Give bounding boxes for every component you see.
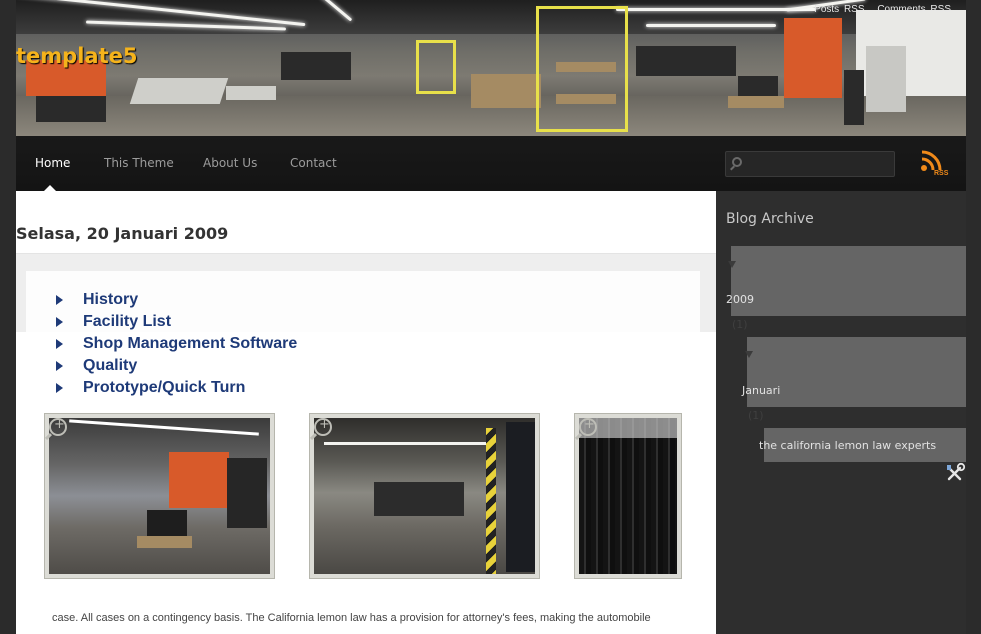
photo-machine xyxy=(374,482,464,516)
menu-item-quality[interactable]: Quality xyxy=(56,357,297,379)
sidebar: Blog Archive 2009 (1) Januari (1) the ca… xyxy=(716,191,966,634)
tools-icon[interactable] xyxy=(946,462,966,482)
banner-machine-base xyxy=(281,52,351,80)
posts-rss-link[interactable]: Posts RSS xyxy=(814,4,864,15)
photo-post xyxy=(486,428,496,574)
photo-thumbnail[interactable] xyxy=(574,413,682,579)
expand-toggle-icon[interactable] xyxy=(728,261,736,268)
photo-light xyxy=(69,419,259,436)
blog-archive-heading: Blog Archive xyxy=(726,211,814,227)
banner-crate xyxy=(556,62,616,72)
expand-toggle-icon[interactable] xyxy=(745,351,753,358)
triangle-bullet-icon xyxy=(56,361,63,371)
photo-rack xyxy=(506,422,535,572)
rss-feed-icon xyxy=(921,150,942,171)
menu-item-shop-management-software[interactable]: Shop Management Software xyxy=(56,335,297,357)
shop-floor-photo xyxy=(579,418,677,574)
menu-item-label: Shop Management Software xyxy=(83,335,298,352)
zoom-in-icon[interactable] xyxy=(49,417,67,436)
post-menu: History Facility List Shop Management So… xyxy=(56,291,297,401)
archive-month-count: (1) xyxy=(748,409,764,422)
shop-floor-photo xyxy=(49,418,270,574)
triangle-bullet-icon xyxy=(56,383,63,393)
photo-thumbnail[interactable] xyxy=(309,413,540,579)
archive-year-count: (1) xyxy=(732,318,748,331)
banner-machine xyxy=(784,18,842,98)
zoom-in-icon[interactable] xyxy=(579,417,597,436)
menu-item-label: History xyxy=(83,291,139,308)
triangle-bullet-icon xyxy=(56,339,63,349)
menu-item-label: Prototype/Quick Turn xyxy=(83,379,246,396)
tab-home[interactable]: Home xyxy=(35,156,70,170)
search-input[interactable] xyxy=(725,151,895,177)
banner-machine-base xyxy=(36,96,106,122)
archive-year-block xyxy=(731,246,966,316)
banner-crate xyxy=(728,96,784,108)
photo-pallet xyxy=(137,536,192,548)
comments-rss-link[interactable]: Comments RSS xyxy=(877,4,951,15)
archive-month-link[interactable]: Januari xyxy=(742,384,780,397)
shop-floor-photo xyxy=(314,418,535,574)
tab-about-us[interactable]: About Us xyxy=(203,156,257,170)
main-content: Selasa, 20 Januari 2009 History Facility… xyxy=(16,191,716,634)
banner-machine-base xyxy=(636,46,736,76)
rss-feed-button[interactable]: RSS xyxy=(918,148,950,180)
photo-machine xyxy=(169,452,229,508)
menu-item-label: Quality xyxy=(83,357,138,374)
photo-light xyxy=(324,442,494,445)
banner-light xyxy=(646,24,776,27)
nav-bar: Home This Theme About Us Contact RSS xyxy=(16,136,966,191)
triangle-bullet-icon xyxy=(56,295,63,305)
menu-item-facility-list[interactable]: Facility List xyxy=(56,313,297,335)
tab-this-theme[interactable]: This Theme xyxy=(104,156,174,170)
rss-label: RSS xyxy=(934,170,949,177)
tab-contact[interactable]: Contact xyxy=(290,156,337,170)
banner-cabinet xyxy=(866,46,906,112)
post-date: Selasa, 20 Januari 2009 xyxy=(16,224,229,243)
post-body-text: case. All cases on a contingency basis. … xyxy=(52,612,651,624)
photo-machine xyxy=(227,458,267,528)
banner-table xyxy=(226,86,276,100)
top-links: Posts RSS Comments RSS xyxy=(806,4,951,15)
header-banner: template5 Posts RSS Comments RSS xyxy=(16,0,966,136)
triangle-bullet-icon xyxy=(56,317,63,327)
banner-table xyxy=(129,78,229,104)
zoom-in-icon[interactable] xyxy=(314,417,332,436)
site-title[interactable]: template5 xyxy=(16,44,137,68)
menu-item-label: Facility List xyxy=(83,313,172,330)
menu-item-history[interactable]: History xyxy=(56,291,297,313)
menu-item-prototype-quick-turn[interactable]: Prototype/Quick Turn xyxy=(56,379,297,401)
search-icon xyxy=(732,157,742,167)
banner-crate xyxy=(471,74,541,108)
banner-crate xyxy=(556,94,616,104)
banner-yellow-forklift xyxy=(416,40,456,94)
archive-year-link[interactable]: 2009 xyxy=(726,293,754,306)
banner-machine-base xyxy=(844,70,864,125)
photo-thumbnail[interactable] xyxy=(44,413,275,579)
archive-post-link[interactable]: the california lemon law experts xyxy=(759,439,936,452)
